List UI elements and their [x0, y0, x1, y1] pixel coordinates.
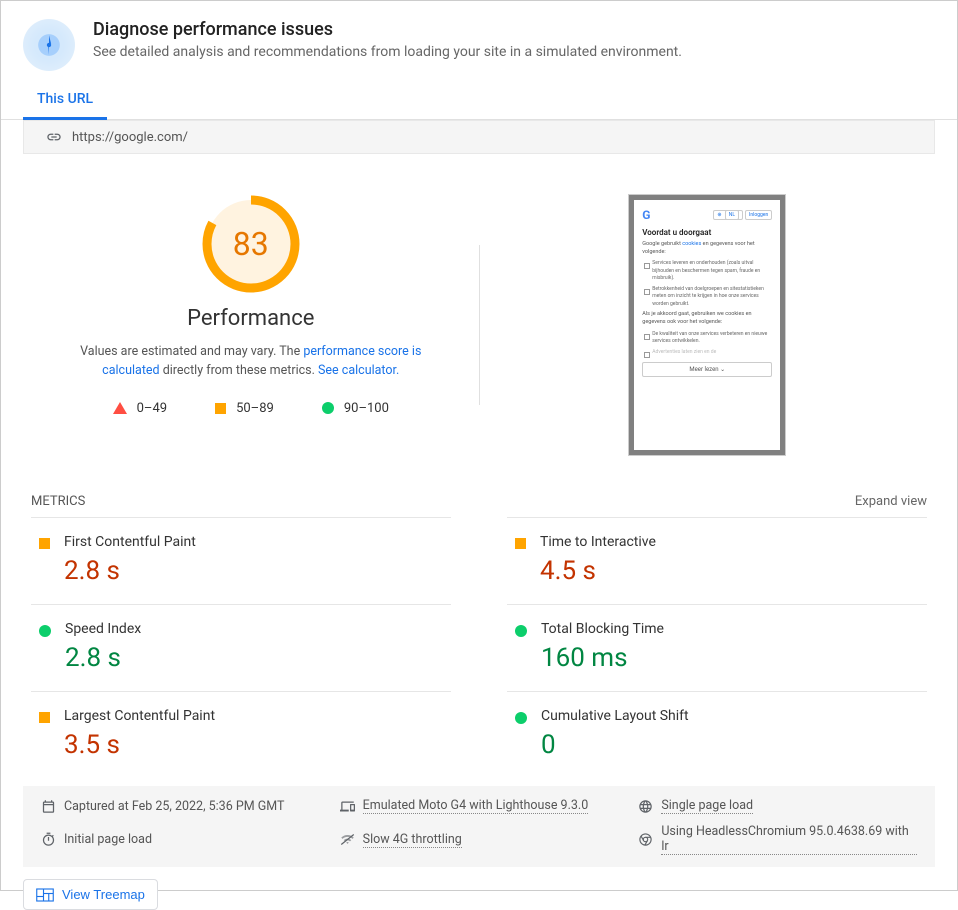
pass-circle-icon — [322, 402, 334, 414]
page-screenshot: G ⊕ NLInloggen Voordat u doorgaat Google… — [628, 194, 786, 456]
tab-this-url[interactable]: This URL — [23, 81, 107, 119]
metric-value: 2.8 s — [64, 556, 196, 586]
network-icon — [340, 832, 355, 847]
calendar-icon — [41, 799, 56, 814]
average-square-icon — [39, 712, 50, 723]
url-bar: https://google.com/ — [23, 120, 935, 154]
calculator-link[interactable]: See calculator. — [318, 363, 399, 378]
metric-name: Speed Index — [65, 621, 141, 637]
score-title: Performance — [23, 306, 479, 331]
metric-name: Time to Interactive — [540, 534, 656, 550]
pass-circle-icon — [515, 712, 527, 724]
diagnose-icon — [23, 19, 75, 71]
timer-icon — [41, 832, 56, 847]
average-square-icon — [515, 538, 526, 549]
average-square-icon — [215, 403, 226, 414]
average-square-icon — [39, 538, 50, 549]
metric-value: 0 — [541, 730, 689, 760]
metric-name: Total Blocking Time — [541, 621, 664, 637]
page-title: Diagnose performance issues — [93, 19, 682, 40]
metric-item: Total Blocking Time 160 ms — [507, 604, 927, 691]
score-value: 83 — [201, 194, 301, 294]
globe-icon — [638, 799, 653, 814]
metric-value: 160 ms — [541, 643, 664, 673]
metric-value: 2.8 s — [65, 643, 141, 673]
metric-item: Largest Contentful Paint 3.5 s — [31, 691, 451, 778]
metric-value: 4.5 s — [540, 556, 656, 586]
metric-name: First Contentful Paint — [64, 534, 196, 550]
expand-view-button[interactable]: Expand view — [855, 494, 927, 509]
pass-circle-icon — [39, 625, 51, 637]
link-icon — [46, 129, 62, 145]
view-treemap-button[interactable]: View Treemap — [23, 879, 158, 910]
metrics-heading: METRICS — [31, 494, 85, 509]
treemap-icon — [36, 888, 54, 902]
page-subtitle: See detailed analysis and recommendation… — [93, 44, 682, 60]
device-icon — [340, 799, 355, 814]
score-legend: 0–49 50–89 90–100 — [23, 401, 479, 416]
header: Diagnose performance issues See detailed… — [1, 1, 957, 81]
metric-name: Largest Contentful Paint — [64, 708, 215, 724]
url-text: https://google.com/ — [72, 130, 188, 145]
pass-circle-icon — [515, 625, 527, 637]
tabs: This URL — [1, 81, 957, 120]
metric-name: Cumulative Layout Shift — [541, 708, 689, 724]
metric-value: 3.5 s — [64, 730, 215, 760]
environment-info: Captured at Feb 25, 2022, 5:36 PM GMT Em… — [23, 786, 935, 867]
metric-item: Speed Index 2.8 s — [31, 604, 451, 691]
metric-item: Time to Interactive 4.5 s — [507, 517, 927, 604]
chrome-icon — [638, 832, 653, 847]
metric-item: First Contentful Paint 2.8 s — [31, 517, 451, 604]
metric-item: Cumulative Layout Shift 0 — [507, 691, 927, 778]
score-gauge: 83 — [201, 194, 301, 294]
metrics-grid: First Contentful Paint 2.8 s Time to Int… — [1, 517, 957, 778]
score-description: Values are estimated and may vary. The p… — [51, 343, 451, 381]
google-logo: G — [642, 208, 650, 222]
fail-triangle-icon — [113, 402, 127, 414]
